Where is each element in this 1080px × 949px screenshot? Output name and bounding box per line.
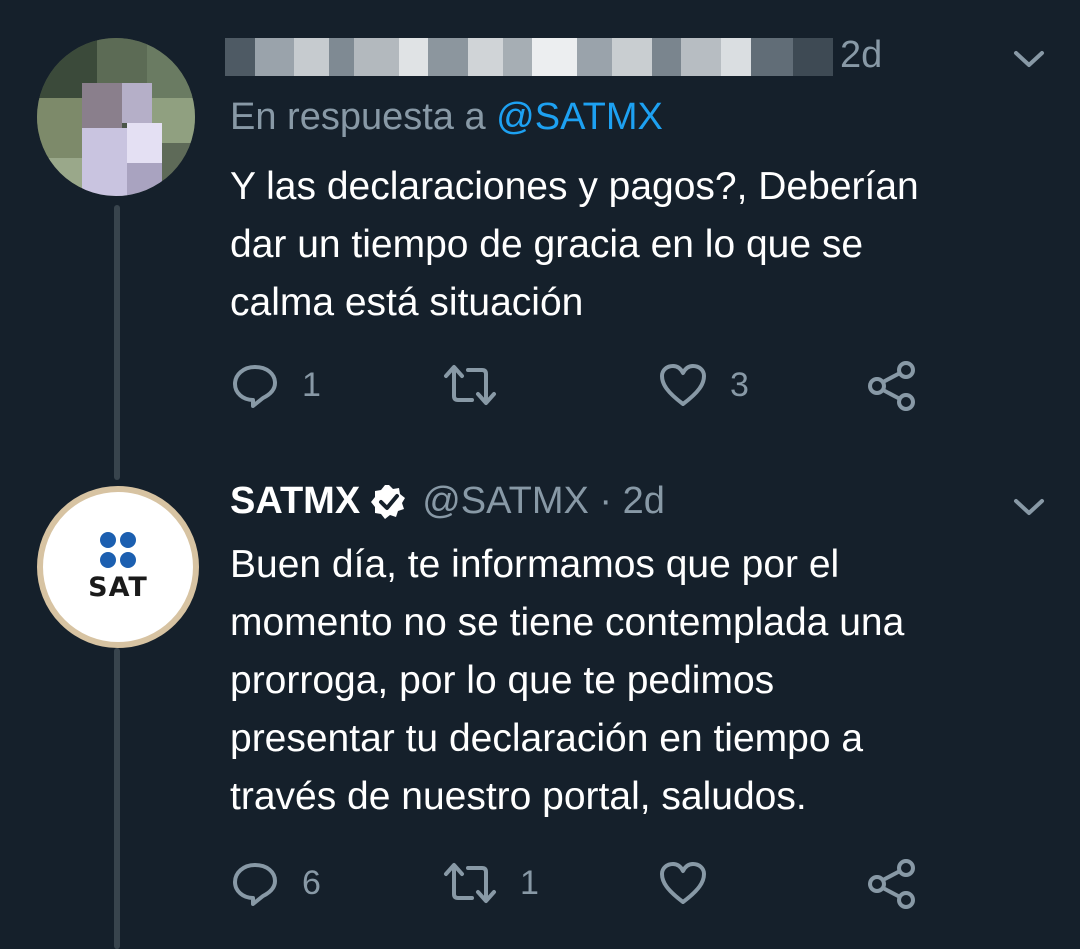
like-count: 3 [730, 365, 749, 404]
tweet-actions: 6 1 [230, 858, 930, 918]
separator: · [588, 480, 623, 522]
author-row: SATMX @SATMX · 2d [230, 480, 665, 523]
tweet-text: Y las declaraciones y pagos?, Deberían d… [230, 165, 919, 324]
author-name[interactable]: SATMX [230, 480, 360, 523]
reply-context: En respuesta a @SATMX [230, 96, 663, 139]
reply-count: 1 [302, 365, 321, 404]
verified-badge-icon [371, 484, 406, 519]
timestamp[interactable]: 2d [623, 480, 665, 523]
like-icon [660, 862, 706, 904]
author-handle[interactable]: @SATMX [422, 480, 589, 523]
retweet-icon [444, 365, 496, 405]
pixelated-avatar [37, 38, 195, 196]
author-name-redacted [225, 38, 833, 76]
reply-icon [233, 365, 277, 408]
like-button[interactable]: 3 [658, 360, 749, 410]
chevron-down-icon[interactable] [1012, 496, 1046, 518]
chevron-down-icon[interactable] [1012, 48, 1046, 70]
retweet-count: 1 [520, 863, 539, 902]
share-button[interactable] [866, 360, 918, 412]
like-icon [660, 364, 706, 406]
share-icon [868, 859, 915, 909]
share-button[interactable] [866, 858, 918, 910]
tweet-actions: 1 3 [230, 360, 930, 420]
user-avatar[interactable] [37, 38, 195, 196]
sat-logo-text: SAT [88, 571, 148, 603]
reply-button[interactable]: 6 [230, 858, 321, 908]
tweet-text: Buen día, te informamos que por el momen… [230, 543, 905, 818]
like-button[interactable] [658, 858, 730, 908]
retweet-button[interactable] [442, 360, 520, 410]
reply-icon [233, 863, 277, 906]
reply-button[interactable]: 1 [230, 360, 321, 410]
reply-mention-link[interactable]: @SATMX [496, 96, 663, 138]
timestamp[interactable]: 2d [840, 34, 882, 77]
retweet-button[interactable]: 1 [442, 858, 539, 908]
thread-line [114, 205, 120, 480]
sat-logo-icon [100, 531, 136, 568]
thread-line [114, 648, 120, 949]
reply-prefix: En respuesta a [230, 96, 497, 138]
share-icon [868, 361, 915, 411]
retweet-icon [444, 863, 496, 903]
reply-count: 6 [302, 863, 321, 902]
sat-avatar[interactable]: SAT [37, 486, 199, 648]
